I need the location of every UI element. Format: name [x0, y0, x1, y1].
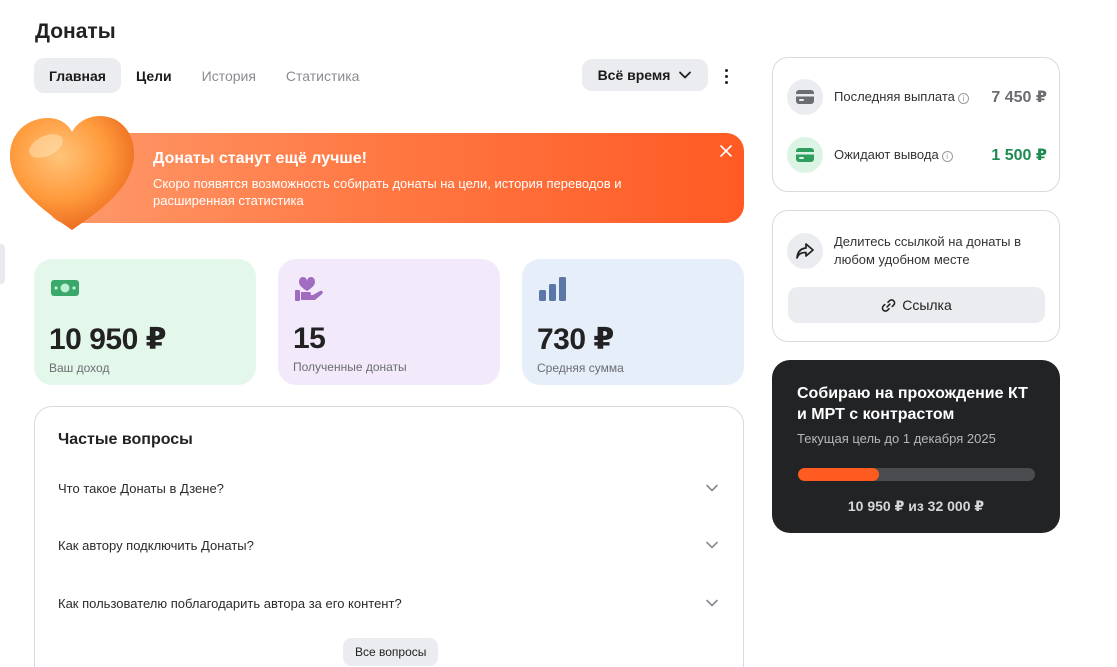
faq-question: Как автору подключить Донаты? — [58, 537, 254, 553]
copy-link-button[interactable]: Ссылка — [788, 287, 1045, 323]
page-title: Донаты — [35, 20, 116, 43]
info-icon[interactable]: i — [941, 151, 953, 162]
stat-card-average: 730 ₽ Средняя сумма — [522, 259, 744, 385]
more-options-button[interactable] — [716, 64, 736, 88]
faq-item[interactable]: Что такое Донаты в Дзене? — [58, 473, 720, 503]
share-icon — [787, 233, 823, 269]
stat-value: 730 ₽ — [537, 323, 614, 356]
tab-bar: Главная Цели История Статистика — [34, 58, 374, 93]
stat-label: Ваш доход — [49, 361, 110, 375]
goal-deadline: Текущая цель до 1 декабря 2025 — [797, 431, 996, 446]
link-icon — [881, 298, 896, 312]
info-icon[interactable]: i — [957, 93, 969, 104]
chevron-down-icon — [706, 484, 718, 492]
faq-title: Частые вопросы — [58, 431, 193, 448]
stat-value: 15 — [293, 322, 326, 355]
promo-banner: Донаты станут ещё лучше! Скоро появятся … — [48, 133, 744, 223]
copy-link-label: Ссылка — [902, 297, 952, 313]
banner-text: Скоро появятся возможность собирать дона… — [153, 176, 622, 208]
card-icon — [787, 79, 823, 115]
pending-payout-amount: 1 500 ₽ — [991, 147, 1047, 164]
stat-label: Полученные донаты — [293, 360, 407, 374]
faq-item[interactable]: Как автору подключить Донаты? — [58, 530, 720, 560]
tab-statistics[interactable]: Статистика — [271, 58, 375, 93]
faq-section: Частые вопросы Что такое Донаты в Дзене?… — [34, 406, 744, 667]
goal-progress-bar — [798, 468, 1035, 481]
stat-label: Средняя сумма — [537, 361, 624, 375]
dot-icon — [724, 80, 728, 84]
goal-progress-fill — [798, 468, 880, 481]
card-icon — [787, 137, 823, 173]
share-text: Делитесь ссылкой на донаты в любом удобн… — [834, 234, 1022, 267]
all-questions-button[interactable]: Все вопросы — [343, 638, 439, 666]
stat-card-donations: 15 Полученные донаты — [278, 259, 500, 385]
last-payout-label: Последняя выплата — [834, 89, 955, 104]
period-select[interactable]: Всё время — [582, 59, 708, 91]
chevron-down-icon — [706, 541, 718, 549]
stat-card-income: 10 950 ₽ Ваш доход — [34, 259, 256, 385]
money-icon — [51, 280, 79, 296]
bar-chart-icon — [539, 277, 566, 301]
chevron-down-icon — [679, 71, 692, 79]
tab-history[interactable]: История — [187, 58, 271, 93]
faq-question: Как пользователю поблагодарить автора за… — [58, 595, 402, 611]
last-payout-amount: 7 450 ₽ — [991, 89, 1047, 106]
stat-value: 10 950 ₽ — [49, 323, 166, 356]
dot-icon — [724, 74, 728, 78]
pending-payout-row: Ожидают вывода i 1 500 ₽ — [787, 137, 1047, 173]
faq-item[interactable]: Как пользователю поблагодарить автора за… — [58, 588, 720, 618]
tab-goals[interactable]: Цели — [121, 58, 187, 93]
banner-title: Донаты станут ещё лучше! — [153, 150, 367, 167]
dot-icon — [724, 68, 728, 72]
last-payout-row: Последняя выплата i 7 450 ₽ — [787, 79, 1047, 115]
chevron-down-icon — [706, 599, 718, 607]
goal-card[interactable]: Собираю на прохождение КТ и МРТ с контра… — [772, 360, 1060, 533]
tab-main[interactable]: Главная — [34, 58, 121, 93]
goal-amount: 10 950 ₽ из 32 000 ₽ — [847, 498, 985, 514]
faq-question: Что такое Донаты в Дзене? — [58, 480, 224, 496]
heart-illustration — [10, 116, 134, 230]
side-panel-handle[interactable] — [0, 244, 5, 284]
share-card: Делитесь ссылкой на донаты в любом удобн… — [772, 210, 1060, 342]
payout-card: Последняя выплата i 7 450 ₽ Ожидают вывод… — [772, 57, 1060, 192]
period-select-label: Всё время — [597, 67, 671, 83]
goal-title: Собираю на прохождение КТ и МРТ с контра… — [797, 385, 1028, 423]
heart-hand-icon — [295, 277, 323, 301]
close-icon[interactable] — [718, 143, 734, 159]
pending-payout-label: Ожидают вывода — [834, 147, 939, 162]
